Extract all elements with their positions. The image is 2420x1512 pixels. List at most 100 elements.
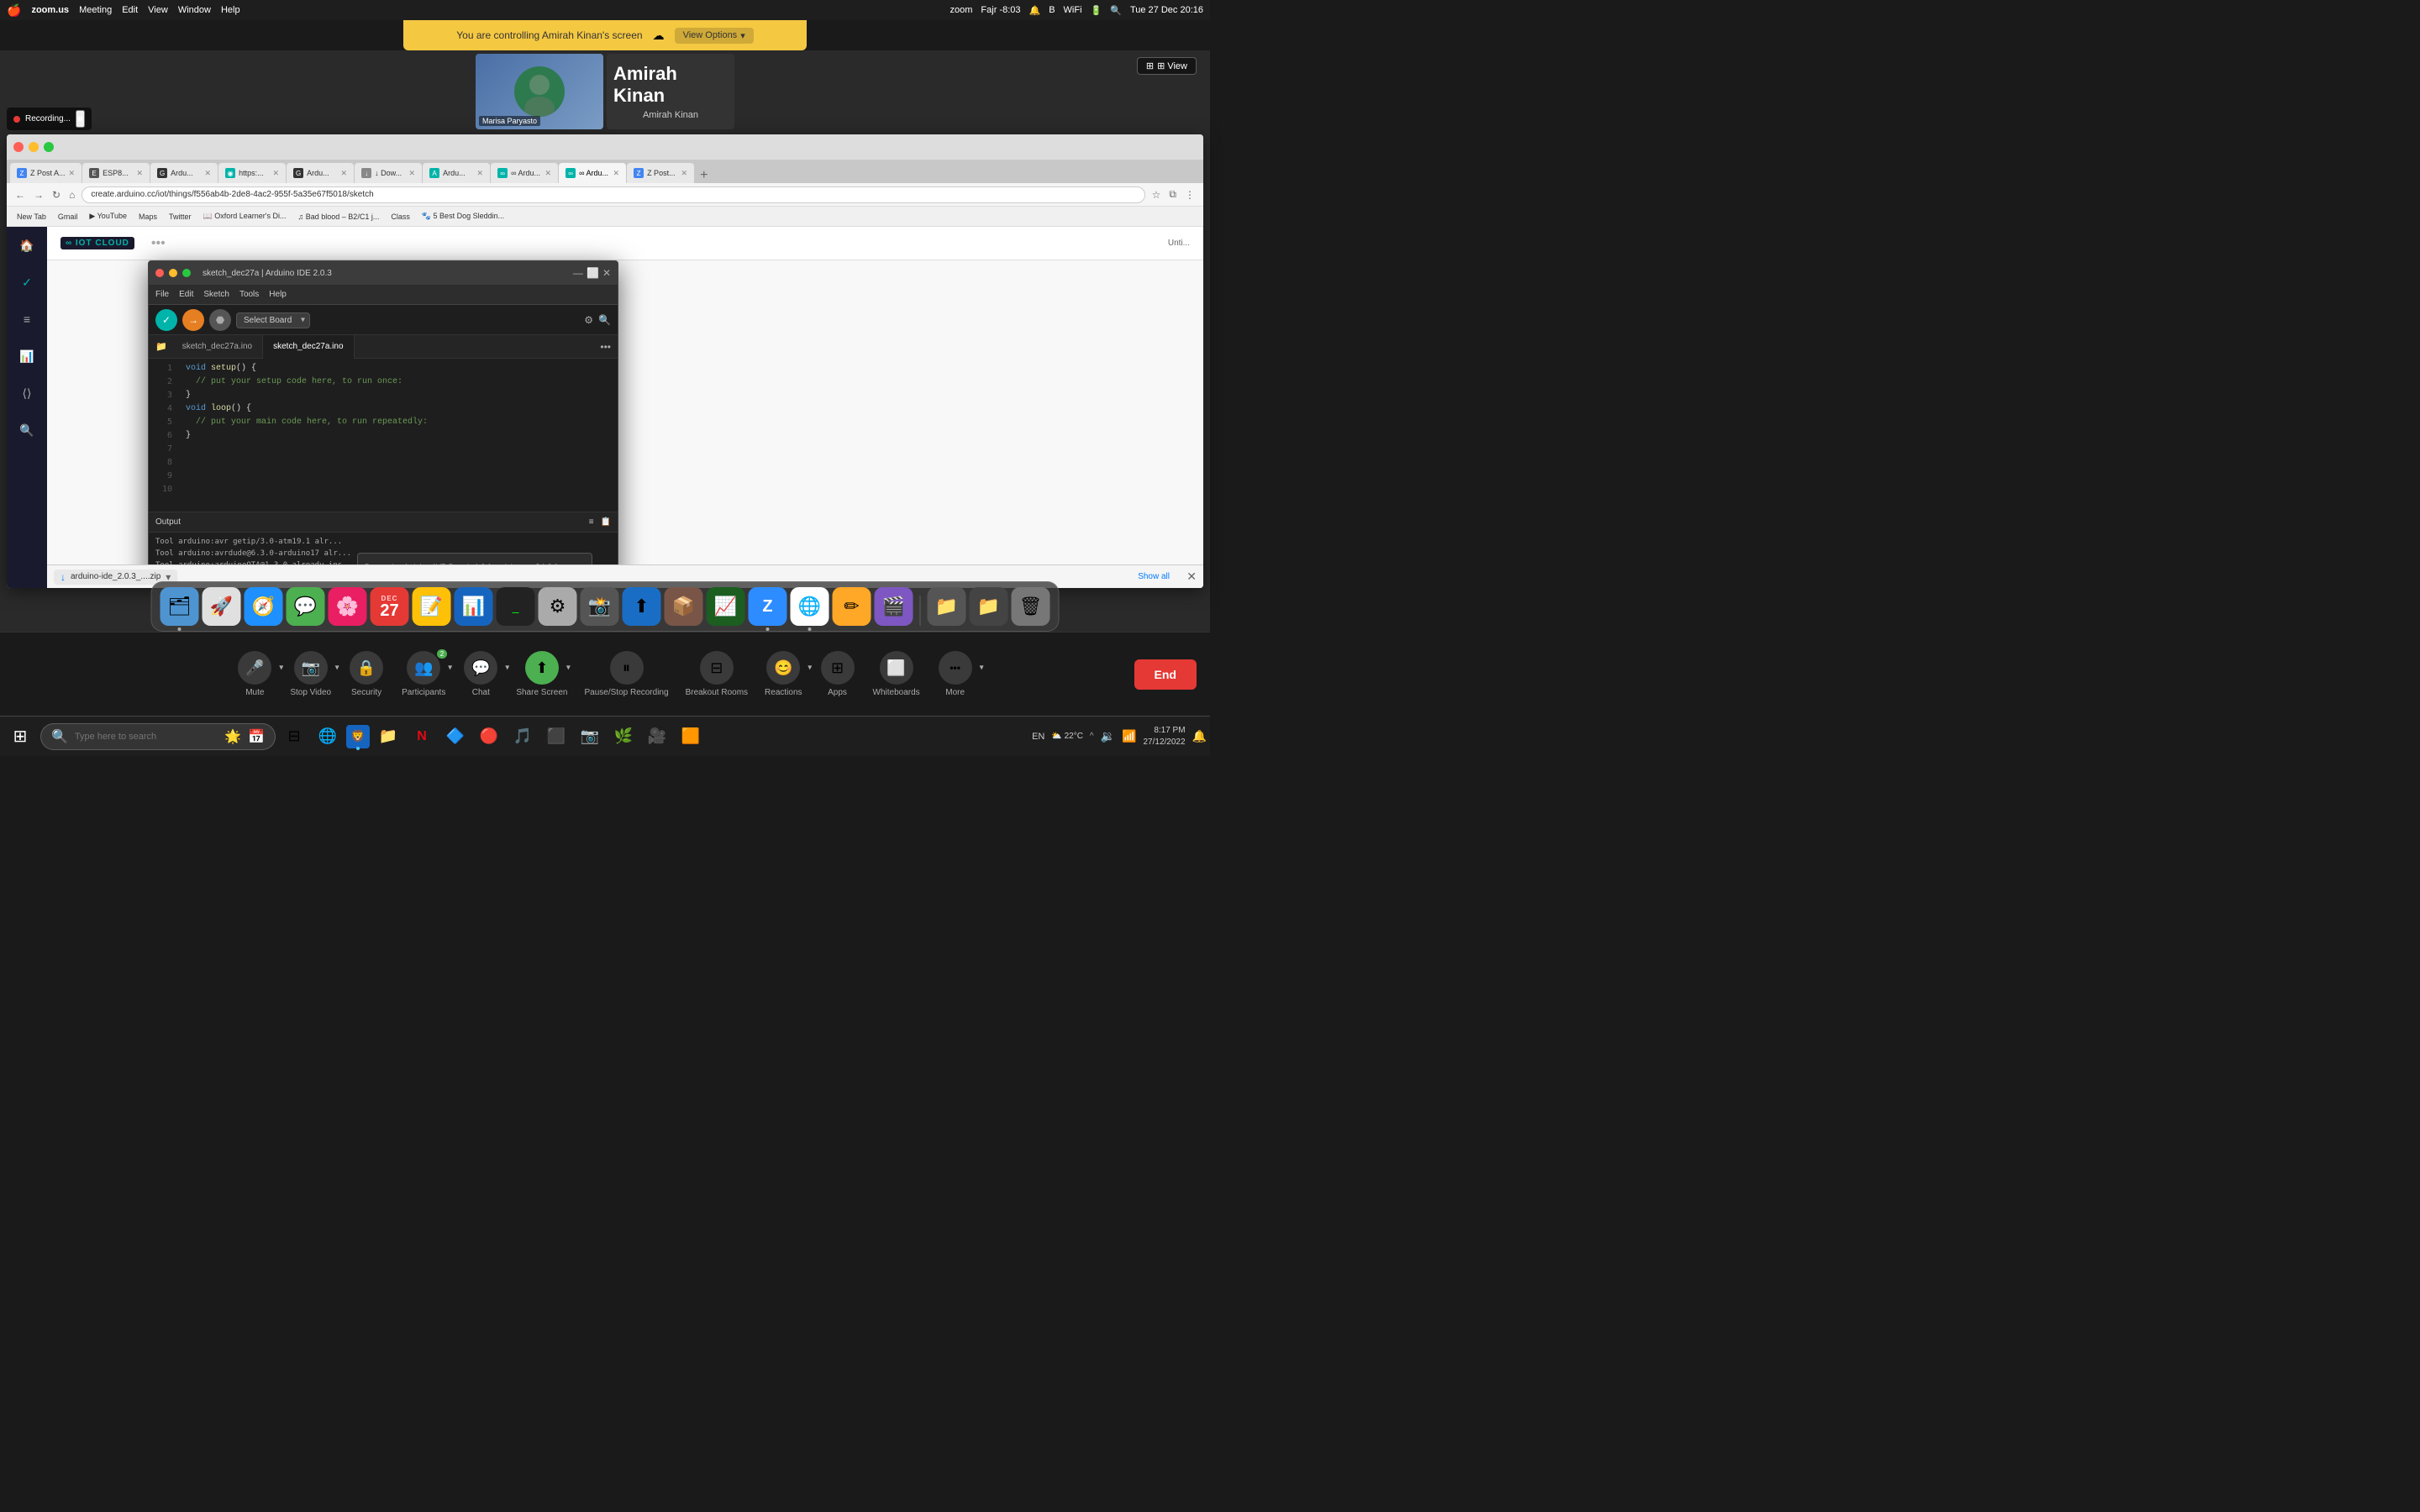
taskbar-netflix-icon[interactable]: N (407, 722, 437, 752)
bookmark-dogsledding[interactable]: 🐾 5 Best Dog Sleddin... (418, 210, 508, 223)
taskbar-volume-icon[interactable]: 🔉 (1101, 729, 1115, 743)
ide-menu-help[interactable]: Help (269, 290, 287, 299)
arduino-nav-chart[interactable]: 📊 (15, 344, 39, 368)
taskbar-language[interactable]: EN (1032, 732, 1044, 742)
show-all-button[interactable]: Show all (1138, 572, 1170, 581)
apple-menu-icon[interactable]: 🍎 (7, 3, 21, 18)
dock-launchpad[interactable]: 🚀 (203, 587, 241, 626)
taskbar-search-box[interactable]: 🔍 🌟 📅 (40, 723, 276, 750)
dock-calendar[interactable]: DEC 27 (371, 587, 409, 626)
tab-close-8[interactable]: ✕ (545, 169, 552, 178)
view-button[interactable]: ⊞ ⊞ View (1137, 57, 1197, 75)
close-button[interactable] (13, 142, 24, 152)
taskbar-icon-11[interactable]: 🌿 (608, 722, 639, 752)
ide-menu-tools[interactable]: Tools (239, 290, 259, 299)
recording-pause-button[interactable]: ⏸ (76, 110, 85, 128)
mute-chevron[interactable]: ▾ (279, 664, 283, 673)
dock-photos[interactable]: 🌸 (329, 587, 367, 626)
dock-finder[interactable]: 🗂 (160, 587, 199, 626)
dock-chrome[interactable]: 🌐 (791, 587, 829, 626)
browser-tab-1[interactable]: Z Z Post A... ✕ (10, 163, 82, 183)
dock-terminal[interactable]: _ (497, 587, 535, 626)
ide-menu-sketch[interactable]: Sketch (203, 290, 229, 299)
ide-minimize[interactable] (169, 269, 177, 277)
menu-meeting[interactable]: Meeting (79, 5, 112, 15)
forward-button[interactable]: → (32, 187, 45, 202)
taskbar-start-button[interactable]: ⊞ (3, 720, 37, 753)
ide-menu-file[interactable]: File (155, 290, 169, 299)
zoom-participants-control[interactable]: 👥 2 ▾ Participants (395, 651, 452, 697)
arduino-nav-code[interactable]: ⟨⟩ (15, 381, 39, 405)
taskbar-icon-7[interactable]: 🔴 (474, 722, 504, 752)
tab-close-5[interactable]: ✕ (341, 169, 348, 178)
arduino-nav-checkmark[interactable]: ✓ (15, 270, 39, 294)
more-options-button[interactable]: ⋮ (1183, 187, 1197, 202)
reactions-chevron[interactable]: ▾ (808, 664, 812, 673)
arduino-nav-home[interactable]: 🏠 (15, 234, 39, 257)
task-view-icon[interactable]: ⊟ (279, 722, 309, 752)
taskbar-network-icon[interactable]: 📶 (1122, 729, 1136, 743)
bookmark-badblood[interactable]: ♫ Bad blood – B2/C1 j... (295, 211, 383, 223)
ide-output-copy-icon[interactable]: 📋 (601, 517, 611, 527)
extensions-button[interactable]: ⧉ (1167, 186, 1178, 202)
more-chevron[interactable]: ▾ (980, 664, 984, 673)
menu-search[interactable]: 🔍 (1110, 5, 1122, 16)
dock-screenshot[interactable]: 📸 (581, 587, 619, 626)
dock-messages[interactable]: 💬 (287, 587, 325, 626)
ide-minimize-btn[interactable]: — (573, 267, 583, 279)
chat-chevron[interactable]: ▾ (505, 664, 509, 673)
taskbar-edge-icon[interactable]: 🦁 (346, 725, 370, 748)
zoom-security-control[interactable]: 🔒 Security (341, 651, 392, 697)
dock-system-prefs[interactable]: ⚙ (539, 587, 577, 626)
back-button[interactable]: ← (13, 187, 27, 202)
ide-maximize[interactable] (182, 269, 191, 277)
ide-output-scroll-icon[interactable]: ≡ (589, 517, 594, 527)
ide-folder-icon[interactable]: 📁 (155, 341, 167, 352)
bookmark-twitter[interactable]: Twitter (166, 211, 195, 223)
browser-tab-5[interactable]: G Ardu... ✕ (287, 163, 354, 183)
new-tab-button[interactable]: + (695, 168, 713, 183)
dock-notes[interactable]: 📝 (413, 587, 451, 626)
taskbar-notification-icon[interactable]: 🔔 (1192, 729, 1207, 743)
taskbar-chevron-icon[interactable]: ^ (1090, 732, 1094, 741)
tab-close-2[interactable]: ✕ (137, 169, 144, 178)
taskbar-search-input[interactable] (75, 732, 218, 742)
browser-tab-7[interactable]: A Ardu... ✕ (423, 163, 490, 183)
ide-output-label[interactable]: Output (155, 517, 181, 527)
menu-view[interactable]: View (148, 5, 168, 15)
browser-tab-9[interactable]: ∞ ∞ Ardu... ✕ (559, 163, 626, 183)
zoom-recording-control[interactable]: ⏸ Pause/Stop Recording (577, 651, 675, 697)
ide-tab-more-btn[interactable]: ••• (600, 341, 611, 353)
browser-tab-4[interactable]: ◉ https:... ✕ (218, 163, 286, 183)
ide-close-btn[interactable]: ✕ (602, 267, 611, 279)
home-button[interactable]: ⌂ (67, 187, 76, 202)
bookmark-oxford[interactable]: 📖 Oxford Learner's Di... (200, 210, 290, 223)
ide-debug-button[interactable]: ⬣ (209, 309, 231, 331)
bookmark-maps[interactable]: Maps (135, 211, 160, 223)
browser-tab-10[interactable]: Z Z Post... ✕ (627, 163, 694, 183)
ide-select-board-wrapper[interactable]: Select Board (236, 312, 310, 328)
taskbar-icon-6[interactable]: 🔷 (440, 722, 471, 752)
browser-tab-6[interactable]: ↓ ↓ Dow... ✕ (355, 163, 422, 183)
bookmark-newtab[interactable]: New Tab (13, 211, 50, 223)
tab-close-7[interactable]: ✕ (477, 169, 484, 178)
tab-close-3[interactable]: ✕ (205, 169, 212, 178)
app-name[interactable]: zoom.us (31, 5, 69, 15)
ide-toolbar-more[interactable]: ⚙ (584, 314, 593, 326)
address-bar[interactable] (82, 186, 1144, 203)
zoom-chat-control[interactable]: 💬 ▾ Chat (455, 651, 506, 697)
taskbar-icon-13[interactable]: 🟧 (676, 722, 706, 752)
zoom-breakout-control[interactable]: ⊟ Breakout Rooms (679, 651, 755, 697)
dock-canister[interactable]: 📦 (665, 587, 703, 626)
taskbar-clock[interactable]: 8:17 PM 27/12/2022 (1144, 725, 1186, 748)
bookmark-youtube[interactable]: ▶ YouTube (86, 210, 130, 223)
zoom-more-control[interactable]: ••• ▾ More (930, 651, 981, 697)
taskbar-edge-icon-wrapper[interactable]: 🦁 (346, 725, 370, 748)
ide-file-tab-1[interactable]: sketch_dec27a.ino (172, 335, 263, 359)
dock-migrate[interactable]: ⬆ (623, 587, 661, 626)
ide-serial-monitor-icon[interactable]: 🔍 (598, 314, 611, 326)
zoom-whiteboards-control[interactable]: ⬜ Whiteboards (866, 651, 927, 697)
browser-tab-8[interactable]: ∞ ∞ Ardu... ✕ (491, 163, 558, 183)
menu-help[interactable]: Help (221, 5, 240, 15)
reload-button[interactable]: ↻ (50, 187, 62, 202)
